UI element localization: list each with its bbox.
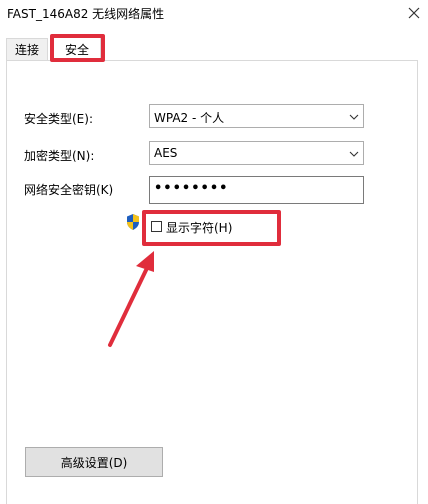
chevron-down-icon — [349, 114, 359, 120]
network-key-label: 网络安全密钥(K) — [24, 183, 114, 197]
network-key-value: •••••••• — [154, 181, 229, 196]
show-characters-label[interactable]: 显示字符(H) — [166, 219, 232, 236]
tab-security[interactable]: 安全 — [53, 36, 101, 61]
window-title: FAST_146A82 无线网络属性 — [7, 7, 165, 21]
close-icon — [408, 7, 420, 19]
close-button[interactable] — [400, 0, 428, 26]
show-characters-checkbox[interactable] — [151, 221, 162, 232]
encryption-type-label: 加密类型(N): — [24, 149, 95, 163]
advanced-settings-button[interactable]: 高级设置(D) — [25, 447, 163, 477]
security-type-value: WPA2 - 个人 — [154, 111, 225, 125]
tab-connection-label: 连接 — [14, 43, 39, 57]
tab-connection[interactable]: 连接 — [6, 38, 48, 60]
tab-security-label: 安全 — [64, 42, 89, 57]
security-type-label: 安全类型(E): — [24, 112, 93, 126]
uac-shield-icon — [127, 214, 139, 230]
network-key-input[interactable]: •••••••• — [149, 176, 364, 204]
encryption-type-value: AES — [154, 146, 178, 160]
title-bar: FAST_146A82 无线网络属性 — [0, 0, 428, 28]
encryption-type-select[interactable]: AES — [149, 141, 364, 165]
chevron-down-icon — [349, 151, 359, 157]
advanced-settings-label: 高级设置(D) — [60, 455, 128, 470]
security-type-select[interactable]: WPA2 - 个人 — [149, 104, 364, 128]
